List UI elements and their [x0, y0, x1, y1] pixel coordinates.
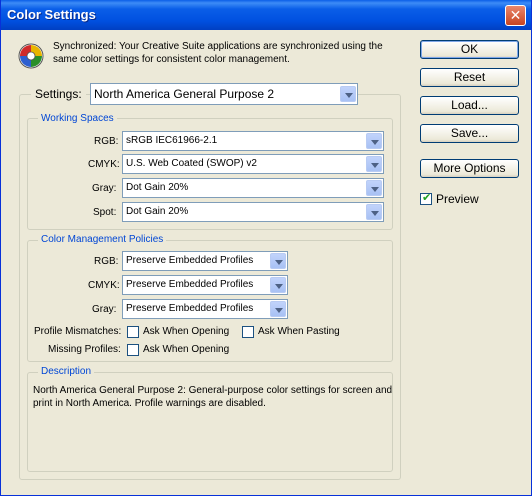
chevron-down-icon[interactable] [366, 204, 382, 220]
title-bar: Color Settings ✕ [1, 0, 531, 30]
policy-rgb-value: Preserve Embedded Profiles [126, 255, 254, 266]
preview-checkbox[interactable] [420, 191, 432, 205]
ws-spot-select[interactable]: Dot Gain 20% [122, 202, 384, 222]
chevron-down-icon[interactable] [366, 156, 382, 172]
chevron-down-icon[interactable] [270, 277, 286, 293]
color-settings-dialog: Color Settings ✕ Synchronized: Your Crea… [0, 0, 532, 496]
close-button[interactable]: ✕ [505, 5, 526, 26]
policy-rgb-label: RGB: [94, 256, 119, 267]
chevron-down-icon[interactable] [270, 253, 286, 269]
close-icon: ✕ [509, 7, 522, 23]
chevron-down-icon[interactable] [340, 86, 356, 102]
settings-label: Settings: [31, 84, 86, 104]
sync-status-text: Synchronized: Your Creative Suite applic… [53, 41, 383, 65]
save-button[interactable]: Save... [420, 124, 519, 143]
chevron-down-icon[interactable] [270, 301, 286, 317]
missing-ask-opening-label[interactable]: Ask When Opening [143, 344, 229, 355]
ws-cmyk-select[interactable]: U.S. Web Coated (SWOP) v2 [122, 154, 384, 174]
chevron-down-icon[interactable] [366, 133, 382, 149]
ws-spot-label: Spot: [93, 207, 117, 218]
policies-title: Color Management Policies [38, 234, 167, 245]
ws-gray-select[interactable]: Dot Gain 20% [122, 178, 384, 198]
ws-gray-label: Gray: [92, 183, 117, 194]
missing-ask-opening-checkbox[interactable] [127, 344, 139, 356]
policy-cmyk-select[interactable]: Preserve Embedded Profiles [122, 275, 288, 295]
policy-cmyk-label: CMYK: [88, 280, 120, 291]
missing-profiles-label: Missing Profiles: [48, 344, 121, 355]
reset-button[interactable]: Reset [420, 68, 519, 87]
profile-mismatches-label: Profile Mismatches: [34, 326, 122, 337]
ws-rgb-label: RGB: [94, 136, 119, 147]
description-text: North America General Purpose 2: General… [33, 385, 393, 409]
settings-value: North America General Purpose 2 [94, 87, 275, 101]
ws-cmyk-value: U.S. Web Coated (SWOP) v2 [126, 158, 257, 169]
mismatch-ask-opening-checkbox[interactable] [127, 326, 139, 338]
ws-rgb-select[interactable]: sRGB IEC61966-2.1 [122, 131, 384, 151]
ws-cmyk-label: CMYK: [88, 159, 120, 170]
policy-gray-select[interactable]: Preserve Embedded Profiles [122, 299, 288, 319]
policy-gray-value: Preserve Embedded Profiles [126, 303, 254, 314]
mismatch-ask-pasting-checkbox[interactable] [242, 326, 254, 338]
more-options-button[interactable]: More Options [420, 159, 519, 178]
mismatch-ask-opening-label[interactable]: Ask When Opening [143, 326, 229, 337]
settings-select[interactable]: North America General Purpose 2 [90, 83, 358, 105]
load-button[interactable]: Load... [420, 96, 519, 115]
ok-button[interactable]: OK [420, 40, 519, 59]
working-spaces-title: Working Spaces [38, 113, 117, 124]
policy-rgb-select[interactable]: Preserve Embedded Profiles [122, 251, 288, 271]
chevron-down-icon[interactable] [366, 180, 382, 196]
policy-cmyk-value: Preserve Embedded Profiles [126, 279, 254, 290]
ws-gray-value: Dot Gain 20% [126, 182, 189, 193]
ws-spot-value: Dot Gain 20% [126, 206, 189, 217]
ws-rgb-value: sRGB IEC61966-2.1 [126, 135, 218, 146]
window-title: Color Settings [7, 7, 96, 22]
color-wheel-icon [18, 43, 44, 69]
description-title: Description [38, 366, 95, 377]
policy-gray-label: Gray: [92, 304, 117, 315]
mismatch-ask-pasting-label[interactable]: Ask When Pasting [258, 326, 340, 337]
preview-label[interactable]: Preview [436, 192, 479, 206]
